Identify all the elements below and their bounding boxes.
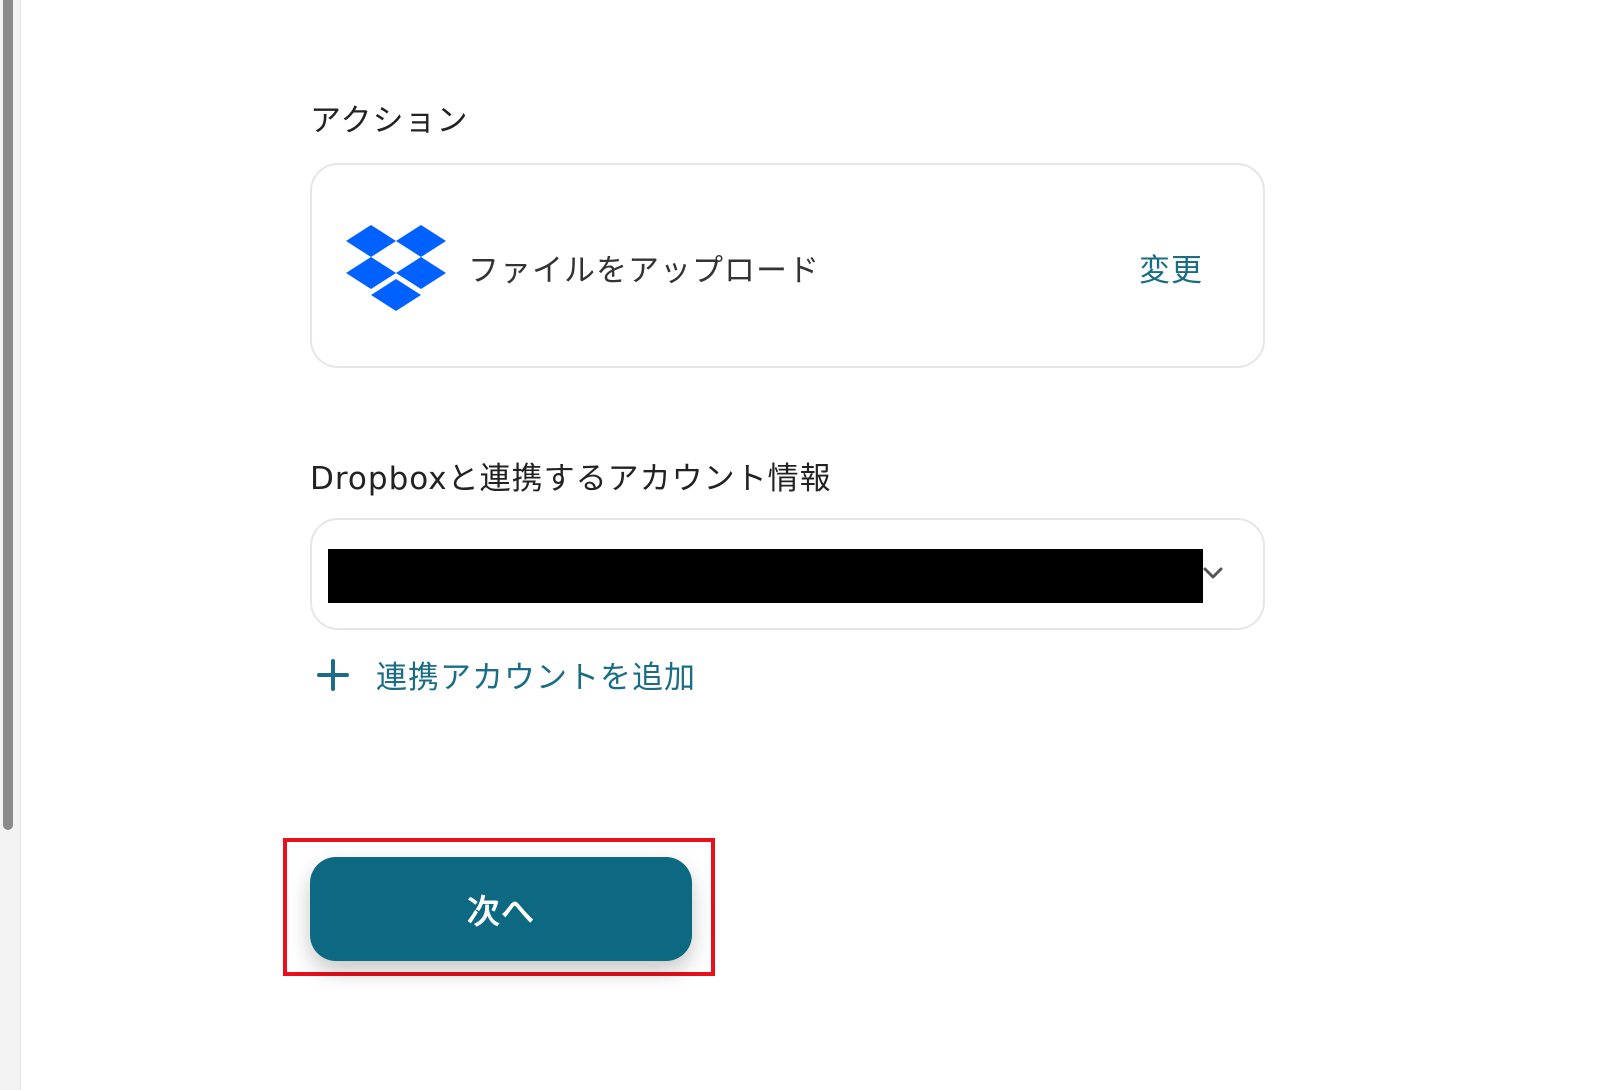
chevron-down-icon — [1203, 567, 1223, 579]
redacted-account-value — [328, 549, 1203, 603]
dropbox-icon — [346, 225, 446, 311]
scrollbar-thumb[interactable] — [3, 0, 13, 830]
action-card: ファイルをアップロード 変更 — [310, 163, 1265, 368]
account-select[interactable] — [310, 518, 1265, 630]
plus-icon — [317, 658, 349, 691]
add-account-link[interactable]: 連携アカウントを追加 — [316, 652, 696, 697]
scrollbar[interactable] — [0, 0, 21, 1090]
action-name: ファイルをアップロード — [468, 253, 820, 289]
account-section-label: Dropboxと連携するアカウント情報 — [310, 461, 832, 497]
add-account-label: 連携アカウントを追加 — [376, 660, 696, 696]
action-section-label: アクション — [310, 103, 469, 139]
next-button[interactable]: 次へ — [310, 857, 692, 961]
change-action-link[interactable]: 変更 — [1139, 245, 1203, 290]
